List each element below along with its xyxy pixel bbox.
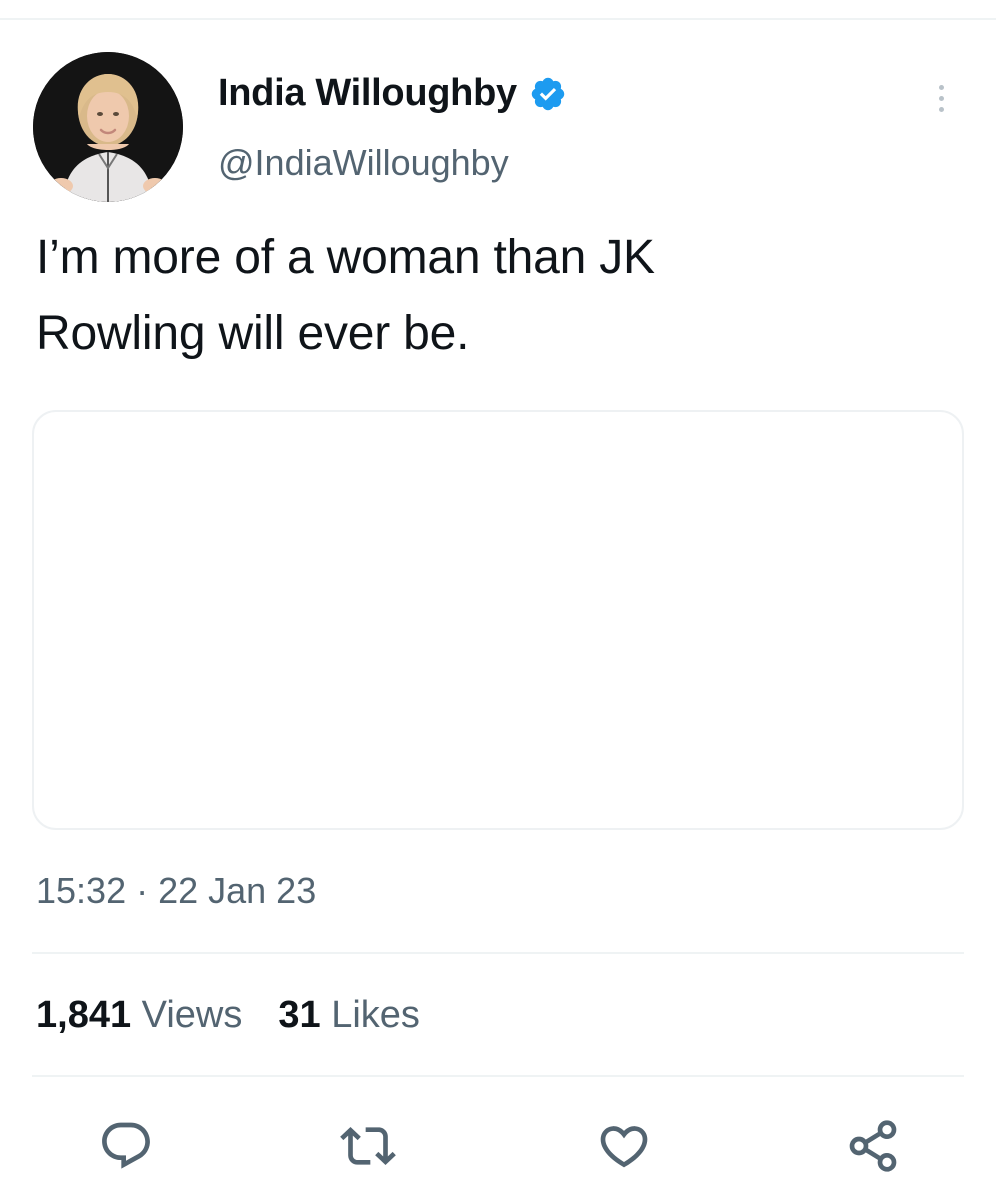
retweet-icon[interactable] bbox=[340, 1118, 396, 1174]
avatar-image bbox=[33, 52, 183, 202]
views-count: 1,841 bbox=[36, 994, 132, 1036]
author-handle[interactable]: @IndiaWilloughby bbox=[218, 142, 509, 184]
divider bbox=[32, 1075, 964, 1077]
tweet-timestamp[interactable]: 15:32 · 22 Jan 23 bbox=[36, 870, 316, 912]
divider bbox=[32, 952, 964, 954]
avatar[interactable] bbox=[33, 52, 183, 202]
views-stat[interactable]: 1,841 Views bbox=[36, 994, 242, 1037]
verified-badge-icon bbox=[529, 75, 567, 113]
tweet-stats: 1,841 Views 31 Likes bbox=[36, 994, 420, 1037]
likes-label: Likes bbox=[331, 994, 420, 1036]
tweet-detail: India Willoughby @IndiaWilloughby I’m mo… bbox=[0, 0, 996, 1200]
author-display-name[interactable]: India Willoughby bbox=[218, 72, 567, 115]
media-card[interactable] bbox=[32, 410, 964, 830]
author-name-text: India Willoughby bbox=[218, 72, 517, 114]
reply-icon[interactable] bbox=[98, 1118, 154, 1174]
share-icon[interactable] bbox=[845, 1118, 901, 1174]
views-label: Views bbox=[141, 994, 243, 1036]
more-options-icon[interactable] bbox=[926, 74, 956, 122]
tweet-text-line: Rowling will ever be. bbox=[36, 307, 470, 360]
like-icon[interactable] bbox=[596, 1118, 652, 1174]
tweet-text-line: I’m more of a woman than JK bbox=[36, 231, 655, 284]
tweet-text: I’m more of a woman than JK Rowling will… bbox=[36, 220, 936, 372]
likes-stat[interactable]: 31 Likes bbox=[278, 994, 420, 1037]
likes-count: 31 bbox=[278, 994, 321, 1036]
top-divider bbox=[0, 18, 996, 20]
